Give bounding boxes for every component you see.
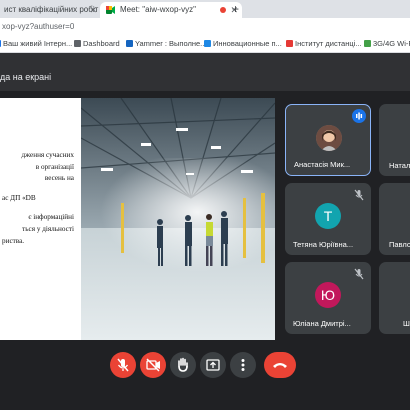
bookmark-item[interactable]: Инновационные п... — [204, 39, 282, 48]
bookmark-icon — [0, 40, 1, 47]
participant-name: Ш — [403, 319, 410, 328]
address-text[interactable]: xop-vyz?authuser=0 — [2, 22, 74, 31]
mic-off-icon — [354, 268, 364, 280]
tab-title: ист кваліфікаційних робіт М — [4, 5, 99, 14]
slide-line: є інформаційні — [28, 213, 74, 222]
address-bar[interactable]: xop-vyz?authuser=0 — [0, 18, 410, 36]
participant-name: Натал — [389, 161, 410, 170]
slide-line: ас ДП «DB — [2, 193, 36, 202]
presentation-label: да на екрані — [0, 72, 52, 82]
bookmark-item[interactable]: Інститут дистанці... — [286, 39, 362, 48]
camera-off-icon — [146, 358, 160, 372]
more-options-button[interactable] — [230, 352, 256, 378]
mic-off-icon — [354, 189, 364, 201]
bookmark-icon — [126, 40, 133, 47]
warehouse-photo — [81, 98, 275, 340]
raise-hand-button[interactable] — [170, 352, 196, 378]
participant-name: Тетяна Юріївна... — [293, 240, 354, 249]
participant-name: Юліана Дмитрі... — [293, 319, 351, 328]
slide-text: дження сучасних в організації весень на … — [2, 150, 74, 247]
meet-top-bar — [0, 53, 410, 91]
participant-photo — [316, 125, 342, 151]
slide-line: весень на — [44, 174, 74, 183]
bookmarks-bar: Ваш живий Інтерн... Dashboard Yammer : В… — [0, 36, 410, 53]
slide-line: ться у діяльності — [22, 224, 74, 233]
participant-name: Павло — [389, 240, 410, 249]
close-tab-icon[interactable]: ✕ — [89, 2, 97, 18]
bookmark-item[interactable]: Ваш живий Інтерн... — [0, 39, 72, 48]
browser-tab-bar: ист кваліфікаційних робіт М ✕ Meet: "aiw… — [0, 0, 410, 18]
more-vert-icon — [241, 359, 245, 371]
speaking-indicator-icon — [352, 109, 366, 123]
browser-tab-active[interactable]: Meet: "aiw-wxop-vyz" ✕ — [100, 2, 242, 18]
participant-name: Анастасія Мик... — [294, 160, 351, 169]
participant-tile[interactable]: Анастасія Мик... — [285, 104, 371, 176]
browser-tab[interactable]: ист кваліфікаційних робіт М ✕ — [0, 2, 99, 18]
participant-avatar: Т — [315, 203, 341, 229]
mic-off-icon — [117, 358, 129, 372]
mic-toggle-button[interactable] — [110, 352, 136, 378]
bookmark-icon — [286, 40, 293, 47]
slide-line: в організації — [35, 162, 74, 171]
bookmark-item[interactable]: Yammer : Выполне... — [126, 39, 206, 48]
shared-screen: дження сучасних в організації весень на … — [0, 98, 275, 340]
present-button[interactable] — [200, 352, 226, 378]
bookmark-item[interactable]: 3G/4G Wi-Fi — [364, 39, 410, 48]
present-icon — [206, 359, 220, 371]
participant-tile[interactable]: Ш — [379, 262, 410, 334]
bookmark-item[interactable]: Dashboard — [74, 39, 120, 48]
meet-favicon-icon — [106, 6, 115, 14]
camera-toggle-button[interactable] — [140, 352, 166, 378]
participant-tile[interactable]: Павло — [379, 183, 410, 255]
tab-title: Meet: "aiw-wxop-vyz" — [120, 5, 196, 14]
bookmark-icon — [74, 40, 81, 47]
new-tab-icon[interactable]: + — [232, 2, 239, 16]
hand-icon — [178, 357, 188, 372]
bookmark-icon — [364, 40, 371, 47]
participant-tile[interactable]: Натал — [379, 104, 410, 176]
participant-tile[interactable]: Т Тетяна Юріївна... — [285, 183, 371, 255]
slide-line: риства. — [2, 236, 25, 245]
leave-call-button[interactable] — [264, 352, 296, 378]
call-controls-bar — [0, 342, 410, 390]
bottom-strip — [0, 390, 410, 410]
participant-avatar: Ю — [315, 282, 341, 308]
phone-hangup-icon — [273, 363, 287, 368]
recording-dot-icon — [220, 7, 226, 13]
bookmark-icon — [204, 40, 211, 47]
participant-tile[interactable]: Ю Юліана Дмитрі... — [285, 262, 371, 334]
slide-line: дження сучасних — [21, 151, 75, 159]
